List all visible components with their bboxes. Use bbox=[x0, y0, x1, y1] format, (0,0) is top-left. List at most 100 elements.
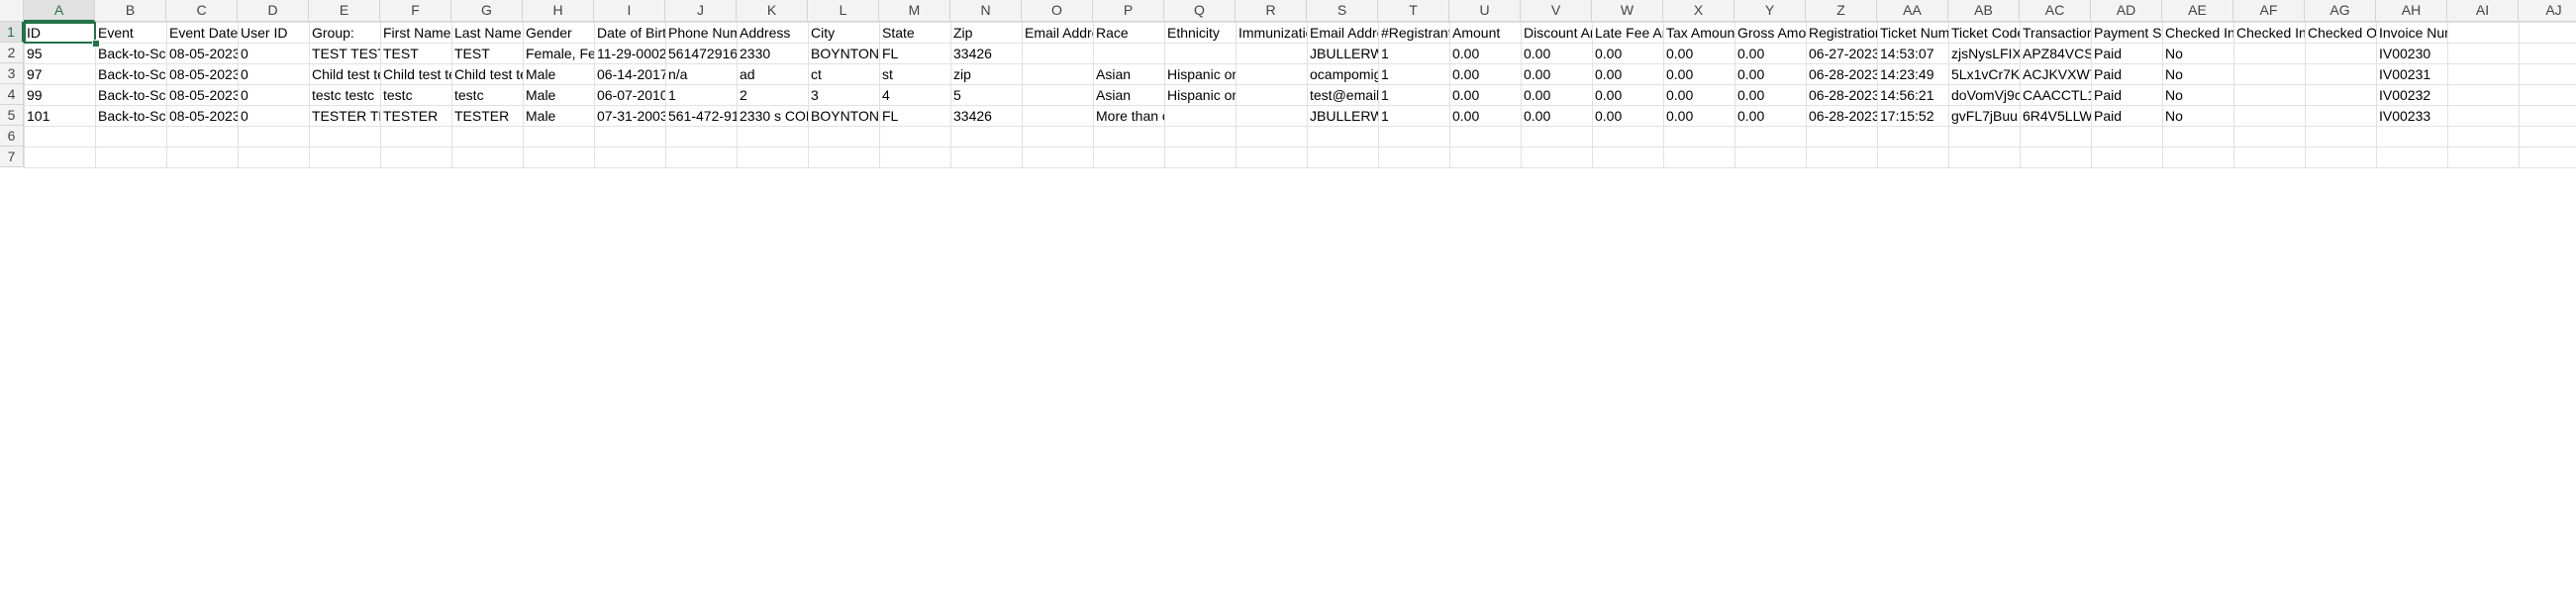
cell-r3[interactable] bbox=[1237, 64, 1307, 84]
cell-i6[interactable] bbox=[595, 127, 665, 147]
cell-c4[interactable]: 08-05-2023 bbox=[167, 85, 238, 105]
cell-o1[interactable]: Email Address bbox=[1023, 23, 1093, 43]
column-header-x[interactable]: X bbox=[1663, 0, 1734, 22]
column-header-h[interactable]: H bbox=[523, 0, 594, 22]
cell-ac5[interactable]: 6R4V5LLW bbox=[2021, 106, 2091, 126]
column-header-ah[interactable]: AH bbox=[2376, 0, 2447, 22]
cell-w3[interactable]: 0.00 bbox=[1593, 64, 1663, 84]
cell-aj2[interactable] bbox=[2520, 44, 2576, 63]
cell-af2[interactable] bbox=[2234, 44, 2305, 63]
cell-ab7[interactable] bbox=[1949, 148, 2020, 167]
cell-ag6[interactable] bbox=[2306, 127, 2376, 147]
column-header-w[interactable]: W bbox=[1592, 0, 1663, 22]
cell-af4[interactable] bbox=[2234, 85, 2305, 105]
cell-r5[interactable] bbox=[1237, 106, 1307, 126]
column-header-q[interactable]: Q bbox=[1164, 0, 1236, 22]
cell-d1[interactable]: User ID bbox=[239, 23, 309, 43]
cell-k2[interactable]: 2330 bbox=[738, 44, 808, 63]
cell-b5[interactable]: Back-to-School bbox=[96, 106, 166, 126]
cell-n1[interactable]: Zip bbox=[951, 23, 1022, 43]
cell-ai5[interactable] bbox=[2448, 106, 2519, 126]
cell-ai3[interactable] bbox=[2448, 64, 2519, 84]
cell-aa3[interactable]: 14:23:49 bbox=[1878, 64, 1948, 84]
cell-ae6[interactable] bbox=[2163, 127, 2233, 147]
cell-aj4[interactable] bbox=[2520, 85, 2576, 105]
cell-i5[interactable]: 07-31-2003 bbox=[595, 106, 665, 126]
cell-b1[interactable]: Event bbox=[96, 23, 166, 43]
cell-e6[interactable] bbox=[310, 127, 380, 147]
column-header-m[interactable]: M bbox=[879, 0, 950, 22]
cell-r4[interactable] bbox=[1237, 85, 1307, 105]
cell-x1[interactable]: Tax Amount bbox=[1664, 23, 1734, 43]
cell-ac1[interactable]: Transaction bbox=[2021, 23, 2091, 43]
column-header-f[interactable]: F bbox=[380, 0, 451, 22]
cell-aj1[interactable] bbox=[2520, 23, 2576, 43]
cell-ah2[interactable]: IV00230 bbox=[2377, 44, 2447, 63]
cell-w6[interactable] bbox=[1593, 127, 1663, 147]
cell-ae2[interactable]: No bbox=[2163, 44, 2233, 63]
cell-x3[interactable]: 0.00 bbox=[1664, 64, 1734, 84]
cell-t4[interactable]: 1 bbox=[1379, 85, 1449, 105]
cell-n2[interactable]: 33426 bbox=[951, 44, 1022, 63]
cell-k5[interactable]: 2330 s CONGRESS bbox=[738, 106, 808, 126]
cell-k4[interactable]: 2 bbox=[738, 85, 808, 105]
cell-b6[interactable] bbox=[96, 127, 166, 147]
cell-t7[interactable] bbox=[1379, 148, 1449, 167]
cell-h7[interactable] bbox=[524, 148, 594, 167]
cell-ah6[interactable] bbox=[2377, 127, 2447, 147]
column-header-r[interactable]: R bbox=[1236, 0, 1307, 22]
cell-aa5[interactable]: 17:15:52 bbox=[1878, 106, 1948, 126]
column-header-p[interactable]: P bbox=[1093, 0, 1164, 22]
cell-aj6[interactable] bbox=[2520, 127, 2576, 147]
cell-u3[interactable]: 0.00 bbox=[1450, 64, 1521, 84]
select-all-corner[interactable] bbox=[0, 0, 24, 22]
cell-a5[interactable]: 101 bbox=[25, 106, 95, 126]
cell-w2[interactable]: 0.00 bbox=[1593, 44, 1663, 63]
cell-ac2[interactable]: APZ84VCS bbox=[2021, 44, 2091, 63]
cell-s4[interactable]: test@email bbox=[1308, 85, 1378, 105]
cell-y3[interactable]: 0.00 bbox=[1735, 64, 1806, 84]
cell-ai7[interactable] bbox=[2448, 148, 2519, 167]
cell-m1[interactable]: State bbox=[880, 23, 950, 43]
cell-p7[interactable] bbox=[1094, 148, 1164, 167]
row-header-3[interactable]: 3 bbox=[0, 63, 24, 84]
cell-f6[interactable] bbox=[381, 127, 451, 147]
cell-q4[interactable]: Hispanic or Latino bbox=[1165, 85, 1236, 105]
cell-i2[interactable]: 11-29-0002 bbox=[595, 44, 665, 63]
cell-i4[interactable]: 06-07-2010 bbox=[595, 85, 665, 105]
cell-ag2[interactable] bbox=[2306, 44, 2376, 63]
cell-m3[interactable]: st bbox=[880, 64, 950, 84]
cell-h5[interactable]: Male bbox=[524, 106, 594, 126]
cell-f1[interactable]: First Name bbox=[381, 23, 451, 43]
cell-q3[interactable]: Hispanic or Latino bbox=[1165, 64, 1236, 84]
cell-w4[interactable]: 0.00 bbox=[1593, 85, 1663, 105]
cell-ab6[interactable] bbox=[1949, 127, 2020, 147]
cell-k1[interactable]: Address bbox=[738, 23, 808, 43]
cell-ah4[interactable]: IV00232 bbox=[2377, 85, 2447, 105]
cell-e3[interactable]: Child test test bbox=[310, 64, 380, 84]
cell-ad5[interactable]: Paid bbox=[2092, 106, 2162, 126]
cell-ah5[interactable]: IV00233 bbox=[2377, 106, 2447, 126]
row-header-7[interactable]: 7 bbox=[0, 147, 24, 167]
cell-k6[interactable] bbox=[738, 127, 808, 147]
cell-af6[interactable] bbox=[2234, 127, 2305, 147]
column-header-i[interactable]: I bbox=[594, 0, 665, 22]
cell-r1[interactable]: Immunization bbox=[1237, 23, 1307, 43]
cell-k7[interactable] bbox=[738, 148, 808, 167]
cell-f3[interactable]: Child test test bbox=[381, 64, 451, 84]
cell-c7[interactable] bbox=[167, 148, 238, 167]
cell-aj7[interactable] bbox=[2520, 148, 2576, 167]
cell-ab5[interactable]: gvFL7jBuu bbox=[1949, 106, 2020, 126]
cell-a2[interactable]: 95 bbox=[25, 44, 95, 63]
column-header-n[interactable]: N bbox=[950, 0, 1022, 22]
cell-t5[interactable]: 1 bbox=[1379, 106, 1449, 126]
cell-ad2[interactable]: Paid bbox=[2092, 44, 2162, 63]
cell-v2[interactable]: 0.00 bbox=[1522, 44, 1592, 63]
cell-a1[interactable]: ID bbox=[25, 23, 95, 43]
cell-f7[interactable] bbox=[381, 148, 451, 167]
cell-p3[interactable]: Asian bbox=[1094, 64, 1164, 84]
cell-g7[interactable] bbox=[452, 148, 523, 167]
cell-s2[interactable]: JBULLERWELL bbox=[1308, 44, 1378, 63]
cell-g5[interactable]: TESTER bbox=[452, 106, 523, 126]
cell-af7[interactable] bbox=[2234, 148, 2305, 167]
